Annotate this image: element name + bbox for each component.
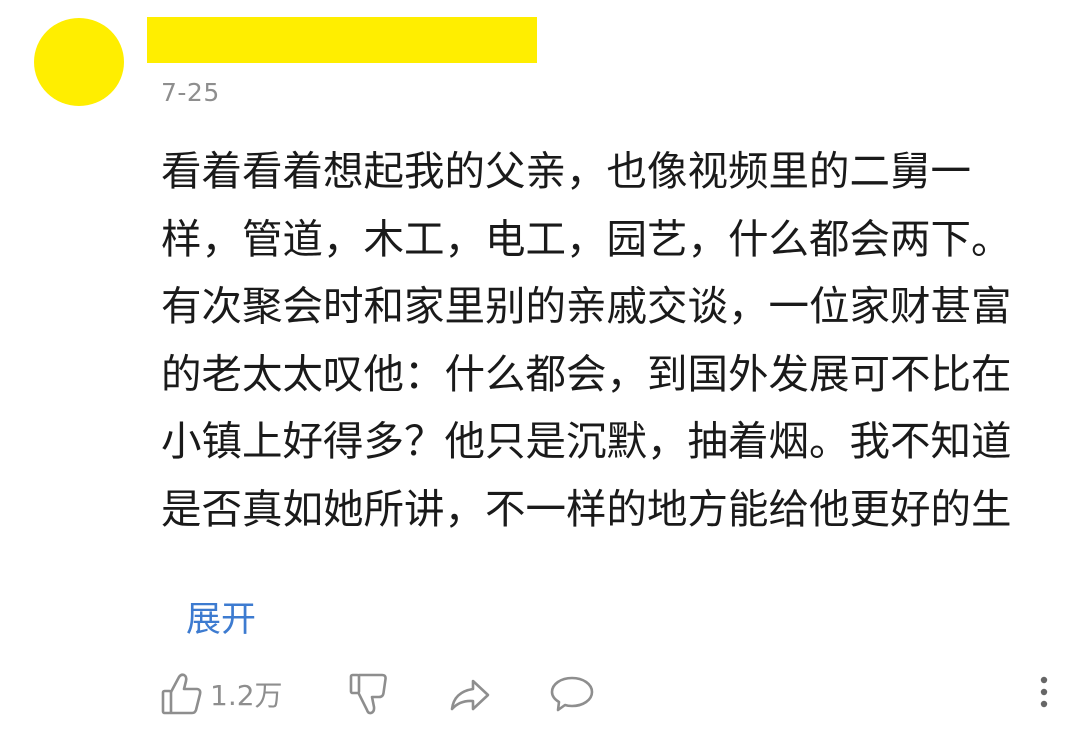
thumbs-up-icon	[160, 671, 204, 717]
comment-date: 7-25	[161, 78, 220, 107]
share-button[interactable]	[448, 668, 492, 720]
thumbs-down-icon	[348, 671, 392, 717]
like-button[interactable]: 1.2万	[160, 668, 283, 720]
avatar[interactable]	[34, 18, 124, 106]
share-arrow-icon	[448, 671, 492, 717]
speech-bubble-icon	[548, 671, 596, 717]
username-redacted[interactable]	[147, 17, 537, 63]
reply-button[interactable]	[548, 668, 596, 720]
comment-text: 看着看着想起我的父亲，也像视频里的二舅一 样，管道，木工，电工，园艺，什么都会两…	[161, 147, 1012, 533]
dislike-button[interactable]	[348, 668, 392, 720]
like-count: 1.2万	[210, 679, 283, 712]
vertical-dots-icon	[1038, 676, 1050, 724]
expand-link[interactable]: 展开	[186, 591, 256, 642]
comment-action-bar: 1.2万	[160, 668, 1050, 720]
more-options-button[interactable]	[1038, 668, 1050, 720]
